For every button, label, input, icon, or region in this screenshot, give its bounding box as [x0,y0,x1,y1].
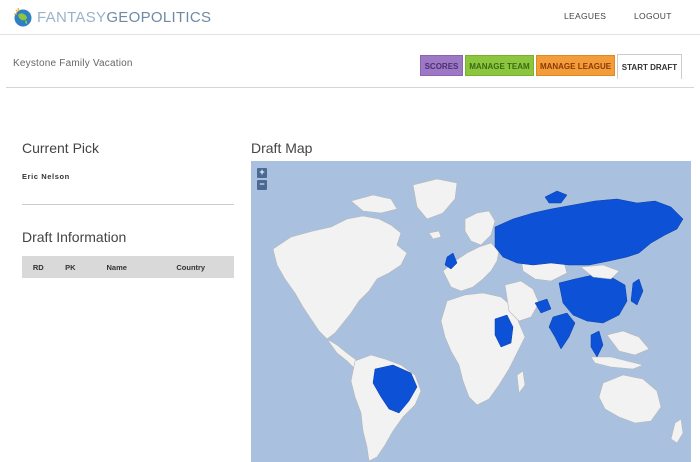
manage-league-button[interactable]: MANAGE LEAGUE [536,55,615,76]
globe-logo-icon [14,7,32,27]
country-australia [598,374,662,424]
map-zoom-out-button[interactable]: − [257,180,267,190]
draft-information-table: RD PK Name Country [22,256,234,278]
country-madagascar [516,370,526,394]
draft-information-title: Draft Information [22,229,127,245]
manage-team-button[interactable]: MANAGE TEAM [465,55,534,76]
header-divider [6,87,694,88]
table-header-row: RD PK Name Country [22,256,234,278]
league-name: Keystone Family Vacation [13,58,133,69]
logo-text-light: FANTASY [37,8,107,26]
world-map-svg[interactable] [251,161,691,462]
section-divider [22,204,234,205]
country-thailand [590,330,604,358]
app-logo[interactable]: FANTASYGEOPOLITICS [12,6,211,28]
draft-map-title: Draft Map [251,140,313,156]
country-russia [494,198,684,266]
country-canada-islands [350,194,398,214]
draft-world-map[interactable]: + − [251,161,691,462]
nav-leagues-link[interactable]: LEAGUES [564,11,606,21]
country-indonesia [590,356,644,370]
nav-logout-link[interactable]: LOGOUT [634,11,672,21]
country-india [548,312,576,350]
column-header-rd: RD [32,262,44,272]
top-navbar: FANTASYGEOPOLITICS LEAGUES LOGOUT [0,0,700,35]
logo-text-bold: GEOPOLITICS [106,8,212,26]
current-pick-name: Eric Nelson [22,172,70,181]
country-greenland [412,178,458,220]
logo-text: FANTASYGEOPOLITICS [37,9,211,26]
country-scandinavia [464,210,496,246]
country-arctic-island [544,190,568,204]
country-north-america [272,215,408,340]
country-japan [630,278,644,306]
country-southeast-asia [606,330,650,356]
current-pick-title: Current Pick [22,140,100,156]
map-zoom-in-button[interactable]: + [257,168,267,178]
country-iceland [428,230,442,240]
column-header-name: Name [106,262,127,272]
start-draft-button[interactable]: START DRAFT [617,54,682,79]
scores-button[interactable]: SCORES [420,55,463,76]
column-header-country: Country [176,262,206,272]
column-header-pk: PK [65,262,76,272]
country-new-zealand [670,418,684,444]
